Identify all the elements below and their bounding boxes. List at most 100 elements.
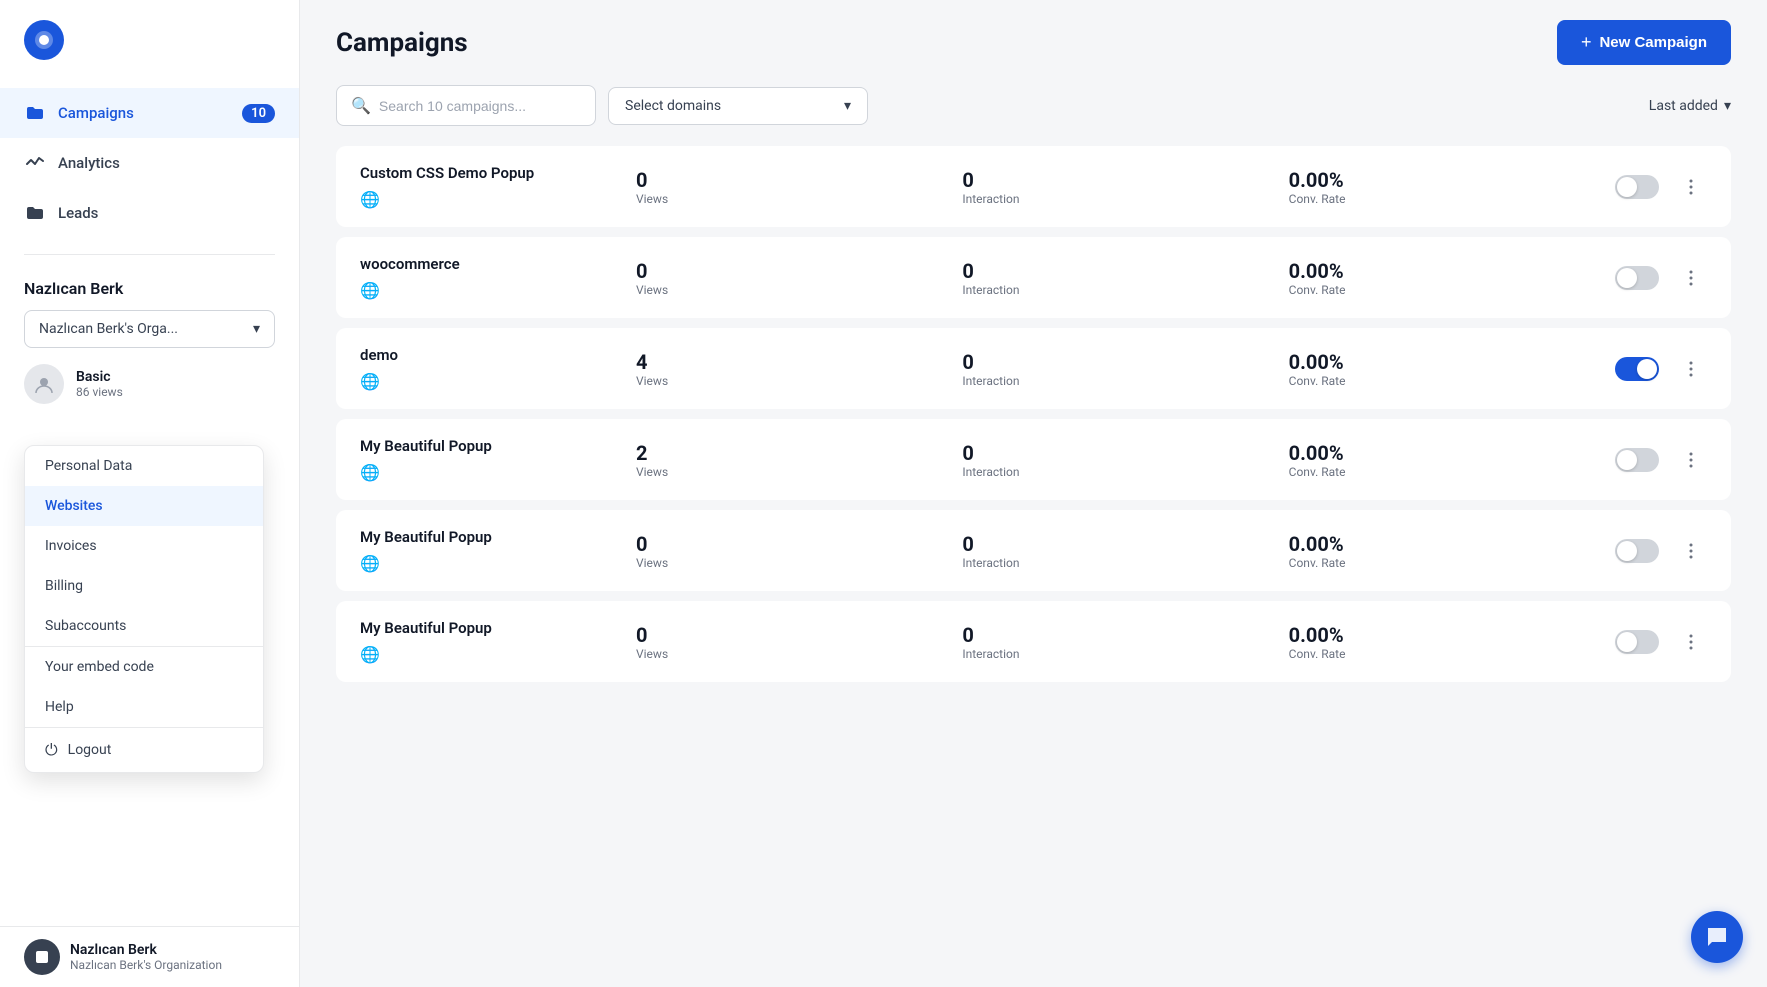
- account-dropdown-menu: Personal Data Websites Invoices Billing …: [24, 445, 264, 773]
- views-stat: 0 Views: [636, 532, 946, 570]
- domain-select-label: Select domains: [625, 98, 721, 114]
- search-icon: 🔍: [351, 96, 371, 115]
- conv-rate-value: 0.00%: [1289, 168, 1599, 192]
- plan-info: Basic 86 views: [76, 369, 123, 399]
- plus-icon: +: [1581, 32, 1592, 53]
- sidebar-campaigns-label: Campaigns: [58, 104, 134, 122]
- sidebar-item-analytics[interactable]: Analytics: [0, 138, 299, 188]
- dropdown-item-embed[interactable]: Your embed code: [25, 647, 263, 687]
- campaign-name: Custom CSS Demo Popup: [360, 164, 620, 182]
- campaign-info: demo 🌐: [360, 346, 620, 391]
- campaign-toggle[interactable]: [1615, 448, 1659, 472]
- sidebar-nav: Campaigns 10 Analytics Leads: [0, 80, 299, 246]
- interaction-value: 0: [962, 350, 1272, 374]
- campaign-more-button[interactable]: [1675, 626, 1707, 658]
- search-input[interactable]: [379, 98, 559, 114]
- interaction-label: Interaction: [962, 283, 1272, 297]
- views-value: 4: [636, 350, 946, 374]
- globe-icon: 🌐: [360, 372, 620, 391]
- page-title: Campaigns: [336, 28, 468, 58]
- org-label: Nazlıcan Berk's Orga...: [39, 321, 178, 337]
- sort-button[interactable]: Last added ▾: [1649, 98, 1731, 114]
- dropdown-item-help[interactable]: Help: [25, 687, 263, 727]
- interaction-stat: 0 Interaction: [962, 532, 1272, 570]
- campaign-toggle[interactable]: [1615, 175, 1659, 199]
- main-header: Campaigns + New Campaign: [300, 0, 1767, 85]
- chevron-down-icon: ▾: [253, 321, 260, 337]
- interaction-value: 0: [962, 441, 1272, 465]
- interaction-label: Interaction: [962, 465, 1272, 479]
- views-label: Views: [636, 283, 946, 297]
- globe-icon: 🌐: [360, 281, 620, 300]
- campaign-info: My Beautiful Popup 🌐: [360, 619, 620, 664]
- globe-icon: 🌐: [360, 645, 620, 664]
- interaction-label: Interaction: [962, 374, 1272, 388]
- dropdown-item-personal-data[interactable]: Personal Data: [25, 446, 263, 486]
- interaction-value: 0: [962, 168, 1272, 192]
- sidebar-bottom-user: Nazlıcan Berk Nazlıcan Berk's Organizati…: [0, 926, 299, 987]
- sort-chevron-icon: ▾: [1724, 98, 1731, 114]
- campaign-more-button[interactable]: [1675, 353, 1707, 385]
- interaction-label: Interaction: [962, 192, 1272, 206]
- dropdown-item-subaccounts[interactable]: Subaccounts: [25, 606, 263, 646]
- leads-icon: [24, 202, 46, 224]
- interaction-stat: 0 Interaction: [962, 623, 1272, 661]
- campaign-toggle[interactable]: [1615, 266, 1659, 290]
- sidebar-item-campaigns[interactable]: Campaigns 10: [0, 88, 299, 138]
- dropdown-item-logout[interactable]: ⏻ Logout: [25, 728, 263, 772]
- conv-rate-value: 0.00%: [1289, 623, 1599, 647]
- conv-rate-label: Conv. Rate: [1289, 465, 1599, 479]
- toggle-knob: [1617, 450, 1637, 470]
- campaign-list: Custom CSS Demo Popup 🌐 0 Views 0 Intera…: [300, 146, 1767, 987]
- campaign-info: Custom CSS Demo Popup 🌐: [360, 164, 620, 209]
- chat-button[interactable]: [1691, 911, 1743, 963]
- toggle-knob: [1617, 177, 1637, 197]
- user-name: Nazlıcan Berk: [24, 279, 275, 298]
- bottom-user-org: Nazlıcan Berk's Organization: [70, 958, 222, 972]
- bottom-user-info: Nazlıcan Berk Nazlıcan Berk's Organizati…: [70, 942, 222, 972]
- conv-rate-label: Conv. Rate: [1289, 556, 1599, 570]
- dropdown-item-billing[interactable]: Billing: [25, 566, 263, 606]
- domain-select[interactable]: Select domains ▾: [608, 87, 868, 125]
- campaign-more-button[interactable]: [1675, 535, 1707, 567]
- interaction-value: 0: [962, 259, 1272, 283]
- sidebar-item-leads[interactable]: Leads: [0, 188, 299, 238]
- main-content: Campaigns + New Campaign 🔍 Select domain…: [300, 0, 1767, 987]
- new-campaign-button[interactable]: + New Campaign: [1557, 20, 1731, 65]
- chart-icon: [24, 152, 46, 174]
- toggle-knob: [1617, 268, 1637, 288]
- folder-icon: [24, 102, 46, 124]
- dropdown-item-websites[interactable]: Websites: [25, 486, 263, 526]
- new-campaign-label: New Campaign: [1599, 34, 1707, 51]
- conv-rate-label: Conv. Rate: [1289, 374, 1599, 388]
- campaign-toggle[interactable]: [1615, 357, 1659, 381]
- campaign-toggle[interactable]: [1615, 630, 1659, 654]
- views-stat: 0 Views: [636, 168, 946, 206]
- conv-rate-value: 0.00%: [1289, 259, 1599, 283]
- views-value: 0: [636, 623, 946, 647]
- conv-rate-stat: 0.00% Conv. Rate: [1289, 259, 1599, 297]
- campaign-card: My Beautiful Popup 🌐 2 Views 0 Interacti…: [336, 419, 1731, 500]
- campaign-toggle[interactable]: [1615, 539, 1659, 563]
- campaign-more-button[interactable]: [1675, 444, 1707, 476]
- toggle-knob: [1617, 632, 1637, 652]
- campaign-info: woocommerce 🌐: [360, 255, 620, 300]
- views-stat: 2 Views: [636, 441, 946, 479]
- campaign-more-button[interactable]: [1675, 262, 1707, 294]
- views-value: 2: [636, 441, 946, 465]
- org-dropdown[interactable]: Nazlıcan Berk's Orga... ▾: [24, 310, 275, 348]
- dropdown-item-invoices[interactable]: Invoices: [25, 526, 263, 566]
- views-value: 0: [636, 168, 946, 192]
- chevron-down-icon: ▾: [844, 98, 851, 114]
- globe-icon: 🌐: [360, 463, 620, 482]
- interaction-label: Interaction: [962, 647, 1272, 661]
- interaction-label: Interaction: [962, 556, 1272, 570]
- conv-rate-value: 0.00%: [1289, 441, 1599, 465]
- sidebar: Campaigns 10 Analytics Leads Nazlıcan Be…: [0, 0, 300, 987]
- campaign-more-button[interactable]: [1675, 171, 1707, 203]
- campaign-card: My Beautiful Popup 🌐 0 Views 0 Interacti…: [336, 601, 1731, 682]
- campaigns-badge: 10: [242, 104, 275, 123]
- views-stat: 0 Views: [636, 259, 946, 297]
- views-stat: 4 Views: [636, 350, 946, 388]
- campaign-card: Custom CSS Demo Popup 🌐 0 Views 0 Intera…: [336, 146, 1731, 227]
